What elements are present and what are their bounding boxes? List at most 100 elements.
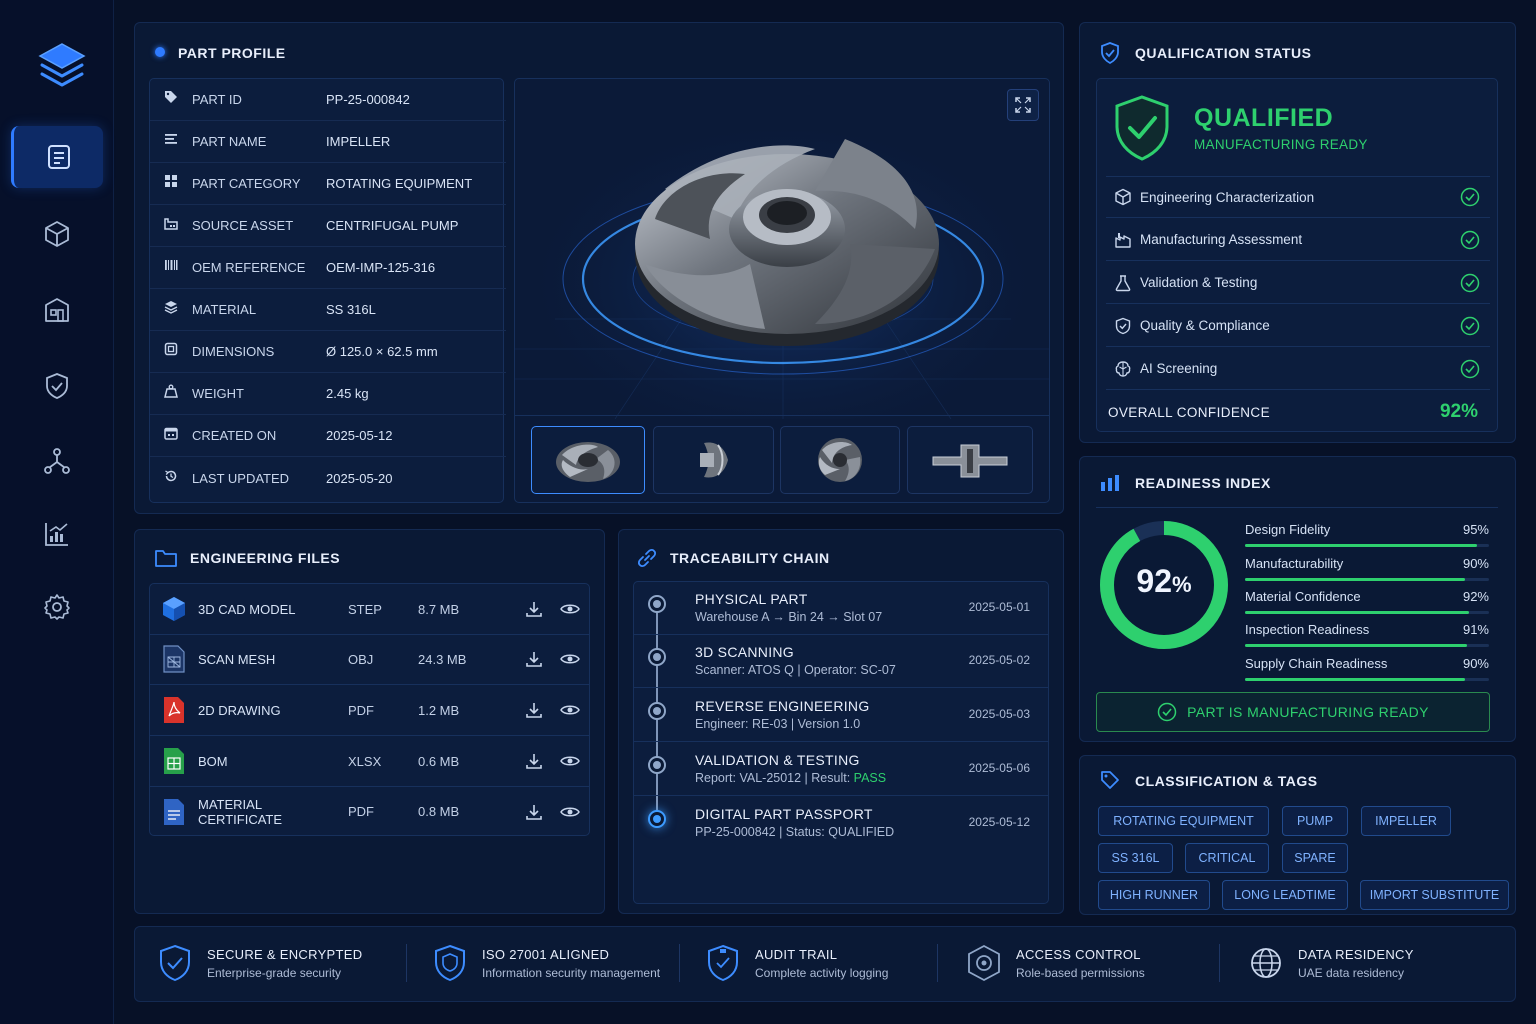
view-button[interactable] xyxy=(552,652,588,666)
bar-chart-icon xyxy=(1101,475,1119,491)
thumbnail-impeller-section[interactable] xyxy=(907,426,1033,494)
footer-item: SECURE & ENCRYPTED Enterprise-grade secur… xyxy=(155,938,362,988)
trace-step-subtitle: Warehouse A → Bin 24 → Slot 07 xyxy=(695,610,883,624)
metric-value: 90% xyxy=(1462,556,1489,571)
tag-chip[interactable]: SPARE xyxy=(1282,843,1348,873)
expand-button[interactable] xyxy=(1007,89,1039,121)
attr-label: PART ID xyxy=(192,92,242,107)
overall-confidence-value: 92% xyxy=(1439,401,1478,422)
timeline-dot-icon xyxy=(648,648,666,666)
metric-value: 91% xyxy=(1462,622,1489,637)
footer-item-title: ISO 27001 ALIGNED xyxy=(482,946,610,962)
metric-bar-fill xyxy=(1245,578,1465,581)
layers-logo-icon[interactable] xyxy=(36,40,88,92)
expand-icon xyxy=(1015,97,1031,113)
qualification-title: QUALIFICATION STATUS xyxy=(1135,45,1312,61)
nav-analytics[interactable] xyxy=(11,503,103,565)
trace-step-date: 2025-05-03 xyxy=(968,707,1030,721)
readiness-metric: Inspection Readiness 91% xyxy=(1245,622,1489,647)
file-row[interactable]: SCAN MESH OBJ 24.3 MB xyxy=(150,634,590,685)
thumbnail-impeller-front[interactable] xyxy=(531,426,645,494)
trace-step-title: VALIDATION & TESTING xyxy=(695,752,860,768)
pdf-file-icon xyxy=(164,697,184,723)
nav-network[interactable] xyxy=(11,430,103,492)
view-button[interactable] xyxy=(552,602,588,616)
nav-shield[interactable] xyxy=(11,355,103,417)
trace-step-date: 2025-05-01 xyxy=(968,600,1030,614)
view-button[interactable] xyxy=(552,703,588,717)
trace-step[interactable]: REVERSE ENGINEERING Engineer: RE-03 | Ve… xyxy=(634,688,1048,742)
file-row[interactable]: MATERIAL CERTIFICATE PDF 0.8 MB xyxy=(150,786,590,837)
nav-cube[interactable] xyxy=(11,203,103,265)
tag-chip[interactable]: ROTATING EQUIPMENT xyxy=(1098,806,1269,836)
check-circle-icon xyxy=(1460,359,1480,378)
file-type: STEP xyxy=(348,601,382,617)
trace-step[interactable]: DIGITAL PART PASSPORT PP-25-000842 | Sta… xyxy=(634,796,1048,854)
nav-document[interactable] xyxy=(11,126,103,188)
qualification-item: Engineering Characterization xyxy=(1106,176,1490,218)
trace-step[interactable]: 3D SCANNING Scanner: ATOS Q | Operator: … xyxy=(634,634,1048,688)
part-attr-row: PART CATEGORY ROTATING EQUIPMENT xyxy=(150,163,506,205)
flask-icon xyxy=(1115,274,1131,291)
view-button[interactable] xyxy=(552,754,588,768)
footer-item-subtitle: Complete activity logging xyxy=(755,965,889,980)
tag-chip[interactable]: PUMP xyxy=(1282,806,1348,836)
globe-icon xyxy=(1251,948,1281,978)
nav-settings[interactable] xyxy=(11,576,103,638)
readiness-score: 92% xyxy=(1098,563,1230,600)
readiness-metric: Manufacturability 90% xyxy=(1245,556,1489,581)
file-type: PDF xyxy=(348,804,374,819)
shield-iso-icon xyxy=(435,944,465,982)
timeline-dot-icon xyxy=(648,756,666,774)
part-attr-row: OEM REFERENCE OEM-IMP-125-316 xyxy=(150,247,506,289)
download-icon xyxy=(526,602,542,617)
file-size: 8.7 MB xyxy=(418,601,460,617)
manufacturing-ready-banner: PART IS MANUFACTURING READY xyxy=(1096,692,1490,732)
file-type: PDF xyxy=(348,702,374,718)
download-button[interactable] xyxy=(516,600,552,618)
shield-check-icon xyxy=(1101,42,1119,64)
impeller-3d-render[interactable] xyxy=(515,79,1050,420)
download-button[interactable] xyxy=(516,752,552,770)
eye-icon xyxy=(560,756,580,766)
impeller-section-thumbnail-icon xyxy=(932,444,1008,478)
tag-chip[interactable]: SS 316L xyxy=(1098,843,1173,873)
download-button[interactable] xyxy=(516,650,552,668)
trace-step[interactable]: PHYSICAL PART Warehouse A → Bin 24 → Slo… xyxy=(634,581,1048,635)
part-attr-row: SOURCE ASSET CENTRIFUGAL PUMP xyxy=(150,205,506,247)
metric-bar-fill xyxy=(1245,544,1477,547)
qualification-status: QUALIFIED xyxy=(1194,104,1334,132)
tag-chip[interactable]: HIGH RUNNER xyxy=(1098,880,1210,910)
tag-chip[interactable]: IMPORT SUBSTITUTE xyxy=(1360,880,1509,910)
attr-label: WEIGHT xyxy=(192,386,244,401)
readiness-metric: Material Confidence 92% xyxy=(1245,589,1489,614)
nav-factory[interactable] xyxy=(11,279,103,341)
download-button[interactable] xyxy=(516,701,552,719)
file-row[interactable]: 3D CAD MODEL STEP 8.7 MB xyxy=(150,584,590,635)
download-button[interactable] xyxy=(516,803,552,821)
attr-label: OEM REFERENCE xyxy=(192,260,306,275)
document-icon xyxy=(47,145,70,169)
eye-icon xyxy=(560,654,580,664)
tag-chip[interactable]: LONG LEADTIME xyxy=(1222,880,1348,910)
qualification-item-label: AI Screening xyxy=(1140,361,1218,376)
tag-chip[interactable]: CRITICAL xyxy=(1185,843,1269,873)
trace-step-subtitle: Engineer: RE-03 | Version 1.0 xyxy=(695,717,861,731)
qualification-item: AI Screening xyxy=(1106,348,1490,390)
file-row[interactable]: 2D DRAWING PDF 1.2 MB xyxy=(150,685,590,736)
attr-value: ROTATING EQUIPMENT xyxy=(326,176,473,191)
trace-step[interactable]: VALIDATION & TESTING Report: VAL-25012 |… xyxy=(634,742,1048,796)
thumbnail-impeller-side[interactable] xyxy=(653,426,774,494)
file-row[interactable]: BOM XLSX 0.6 MB xyxy=(150,736,590,787)
part-attr-row: PART NAME IMPELLER xyxy=(150,121,506,163)
qualification-item: Validation & Testing xyxy=(1106,262,1490,304)
trace-step-subtitle: Report: VAL-25012 | Result: PASS xyxy=(695,771,886,785)
thumbnail-impeller-top[interactable] xyxy=(780,426,900,494)
footer-item: AUDIT TRAIL Complete activity logging xyxy=(703,938,888,988)
metric-label: Material Confidence xyxy=(1245,589,1361,604)
tag-chip[interactable]: IMPELLER xyxy=(1361,806,1451,836)
list-icon xyxy=(165,134,177,144)
factory-icon xyxy=(1115,232,1131,248)
attr-value: CENTRIFUGAL PUMP xyxy=(326,218,459,233)
view-button[interactable] xyxy=(552,805,588,819)
